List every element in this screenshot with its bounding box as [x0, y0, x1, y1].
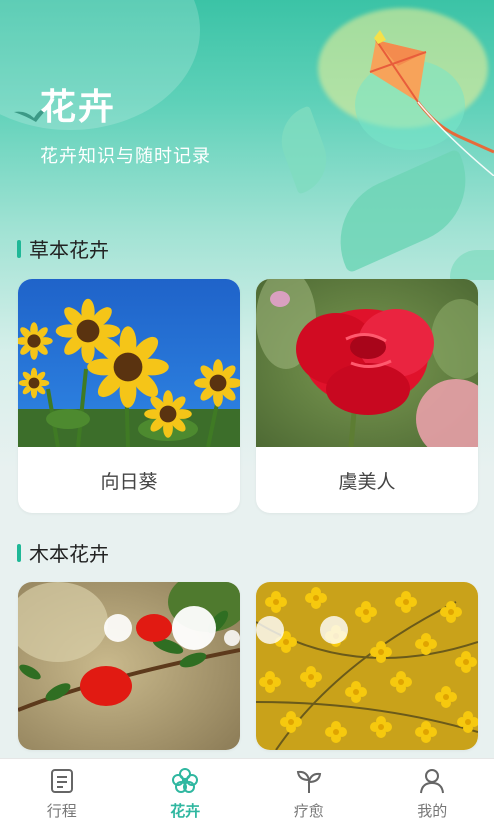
bottom-tab-bar: 行程 花卉 疗愈 我的	[0, 758, 494, 827]
section-indicator	[17, 543, 21, 562]
page-subtitle: 花卉知识与随时记录	[40, 146, 211, 167]
tab-flowers[interactable]: 花卉	[135, 766, 235, 821]
section-title: 草本花卉	[29, 238, 109, 262]
pomegranate-flower-photo	[18, 582, 240, 750]
tab-healing[interactable]: 疗愈	[259, 766, 359, 821]
corn-poppy-photo	[256, 279, 478, 447]
tab-profile[interactable]: 我的	[382, 766, 482, 821]
page-title: 花卉	[40, 87, 117, 128]
flower-name: 虞美人	[338, 470, 396, 493]
sunflower-photo	[18, 279, 240, 447]
decor-leaf	[271, 105, 337, 195]
kite-illustration	[369, 30, 494, 176]
flower-card-pomegranate[interactable]	[18, 582, 240, 750]
flower-card-sunflower[interactable]: 向日葵	[18, 279, 240, 513]
tab-itinerary[interactable]: 行程	[12, 766, 112, 821]
tab-label: 我的	[417, 801, 448, 820]
flower-name: 向日葵	[100, 470, 158, 493]
section-indicator	[17, 239, 21, 258]
decor-leaf	[450, 250, 494, 280]
winter-jasmine-photo	[256, 582, 478, 750]
flower-card-corn-poppy[interactable]: 虞美人	[256, 279, 478, 513]
tab-label: 花卉	[170, 801, 201, 820]
section-title: 木本花卉	[29, 542, 109, 566]
section-header-herbaceous: 草本花卉	[17, 234, 109, 263]
itinerary-icon	[50, 768, 73, 793]
sprout-icon	[296, 770, 321, 793]
flower-icon	[172, 767, 199, 793]
user-icon	[420, 768, 445, 793]
tab-label: 行程	[46, 801, 77, 820]
section-header-woody: 木本花卉	[17, 538, 109, 567]
flower-card-winter-jasmine[interactable]	[256, 582, 478, 750]
tab-label: 疗愈	[293, 801, 324, 820]
